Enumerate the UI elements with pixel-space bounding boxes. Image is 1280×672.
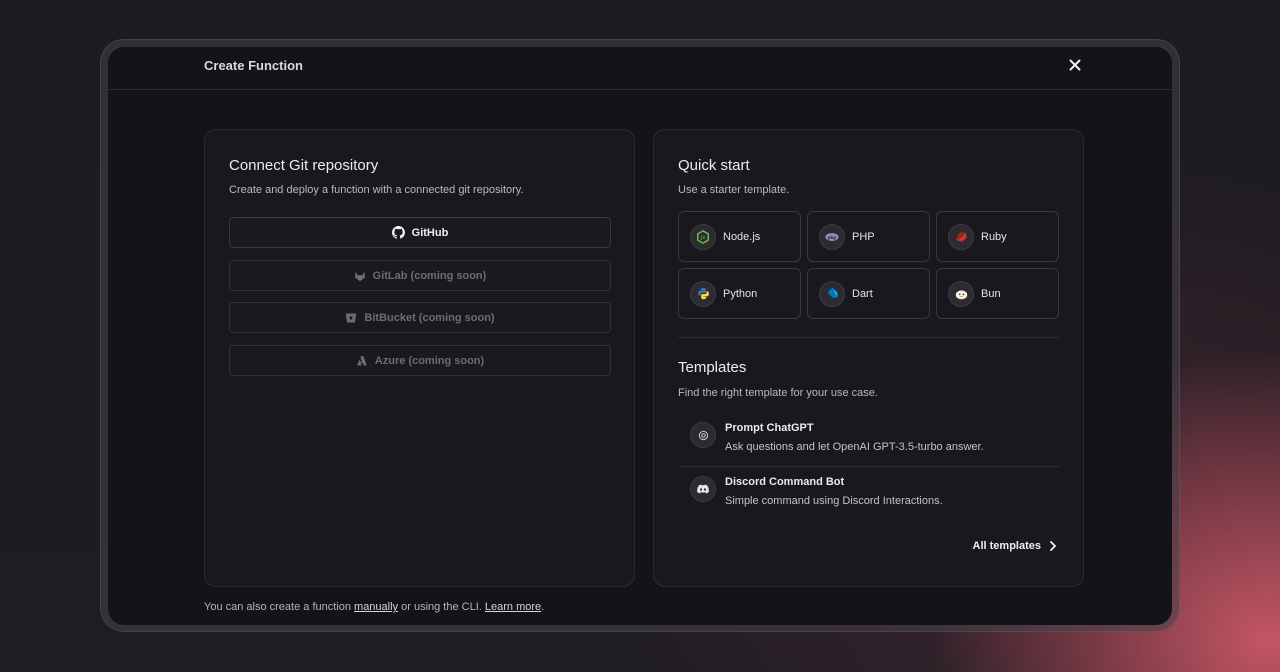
template-discord-command-bot[interactable]: Discord Command Bot Simple command using…: [678, 470, 1060, 523]
runtime-grid: js Node.js php PHP Ruby Python Dart Bun: [678, 211, 1060, 319]
template-divider: [678, 466, 1060, 467]
templates-subtitle: Find the right template for your use cas…: [678, 387, 878, 399]
template-name: Discord Command Bot: [725, 476, 845, 488]
gitlab-button: GitLab (coming soon): [229, 260, 611, 291]
gitlab-label: GitLab (coming soon): [372, 269, 487, 282]
connect-git-panel: Connect Git repository Create and deploy…: [204, 129, 635, 587]
runtime-label: Python: [723, 287, 758, 300]
python-icon: [690, 280, 716, 307]
dart-icon: [819, 280, 845, 307]
svg-text:js: js: [700, 235, 705, 241]
template-description: Ask questions and let OpenAI GPT-3.5-tur…: [725, 441, 984, 453]
github-label: GitHub: [411, 226, 449, 239]
quick-start-subtitle: Use a starter template.: [678, 184, 790, 196]
azure-button: Azure (coming soon): [229, 345, 611, 376]
chevron-right-icon: [1050, 541, 1056, 551]
close-icon: [1069, 59, 1081, 71]
runtime-label: Bun: [981, 287, 1001, 300]
connect-git-title: Connect Git repository: [229, 157, 379, 174]
create-function-modal: Create Function Connect Git repository C…: [108, 47, 1172, 625]
runtime-php[interactable]: php PHP: [807, 211, 930, 262]
modal-header: Create Function: [108, 47, 1172, 90]
footer-text: You can also create a function: [204, 601, 355, 613]
templates-title: Templates: [678, 359, 747, 376]
bitbucket-icon: [346, 313, 357, 322]
ruby-icon: [948, 223, 974, 250]
runtime-label: Ruby: [981, 230, 1007, 243]
section-divider: [678, 337, 1060, 338]
template-description: Simple command using Discord Interaction…: [725, 495, 943, 507]
openai-icon: [690, 422, 716, 448]
gitlab-icon: [354, 271, 365, 281]
bitbucket-button: BitBucket (coming soon): [229, 302, 611, 333]
github-button[interactable]: GitHub: [229, 217, 611, 248]
connect-git-subtitle: Create and deploy a function with a conn…: [229, 184, 524, 196]
svg-text:php: php: [828, 234, 837, 239]
template-name: Prompt ChatGPT: [725, 422, 814, 434]
runtime-dart[interactable]: Dart: [807, 268, 930, 319]
runtime-bun[interactable]: Bun: [936, 268, 1059, 319]
quick-start-panel: Quick start Use a starter template. js N…: [653, 129, 1084, 587]
runtime-ruby[interactable]: Ruby: [936, 211, 1059, 262]
github-icon: [391, 226, 405, 239]
php-icon: php: [819, 223, 845, 250]
runtime-label: Dart: [852, 287, 873, 300]
quick-start-title: Quick start: [678, 157, 750, 174]
close-button[interactable]: [1066, 56, 1084, 74]
bun-icon: [948, 280, 974, 307]
discord-icon: [690, 476, 716, 502]
template-prompt-chatgpt[interactable]: Prompt ChatGPT Ask questions and let Ope…: [678, 416, 1060, 469]
runtime-label: Node.js: [723, 230, 761, 243]
learn-more-link[interactable]: Learn more: [485, 601, 541, 613]
nodejs-icon: js: [690, 223, 716, 250]
azure-icon: [356, 355, 367, 365]
footer-note: You can also create a function manually …: [204, 601, 544, 613]
runtime-nodejs[interactable]: js Node.js: [678, 211, 801, 262]
bitbucket-label: BitBucket (coming soon): [364, 311, 495, 324]
runtime-python[interactable]: Python: [678, 268, 801, 319]
modal-title: Create Function: [204, 58, 303, 73]
all-templates-link[interactable]: All templates: [973, 540, 1057, 552]
footer-text: .: [541, 601, 545, 613]
runtime-label: PHP: [852, 230, 875, 243]
footer-text: or using the CLI.: [398, 601, 485, 613]
manually-link[interactable]: manually: [354, 601, 398, 613]
all-templates-label: All templates: [972, 540, 1041, 552]
azure-label: Azure (coming soon): [374, 354, 485, 367]
